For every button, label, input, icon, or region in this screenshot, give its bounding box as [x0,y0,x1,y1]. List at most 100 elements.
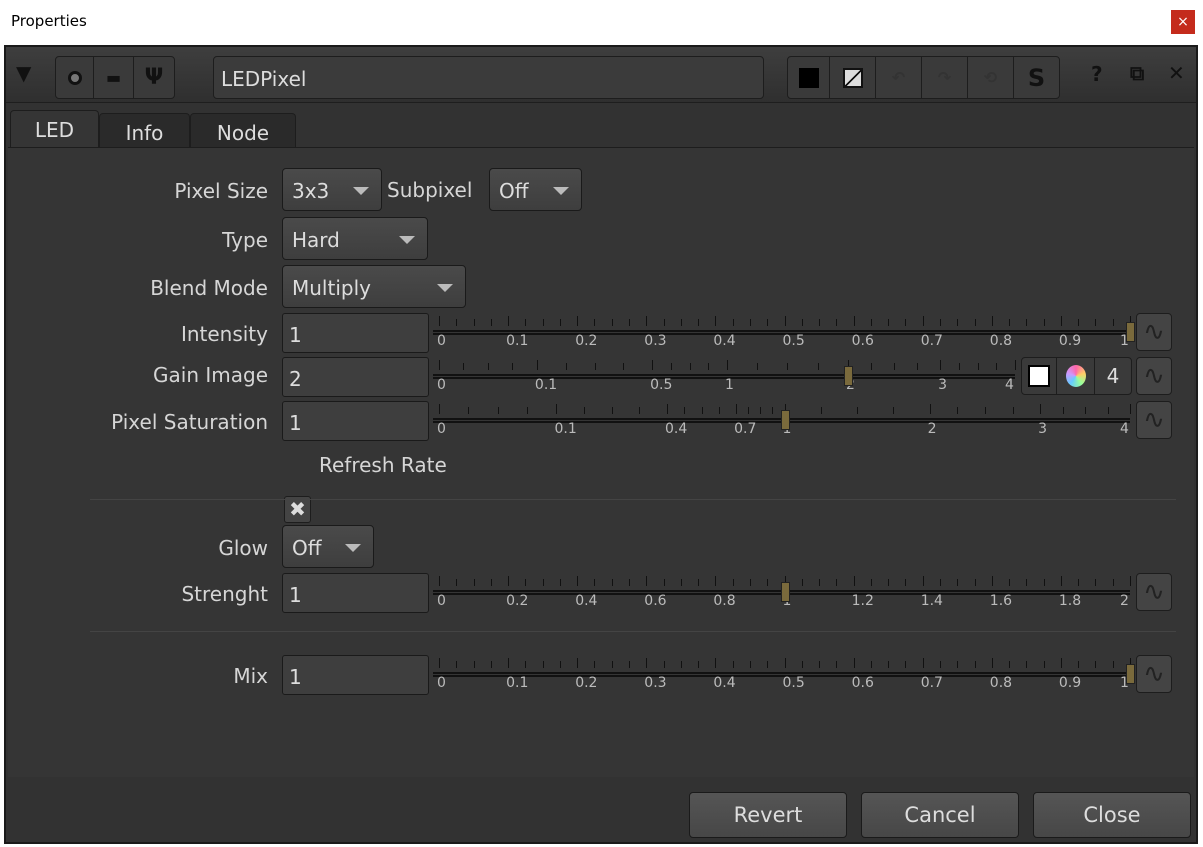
type-dropdown[interactable]: Hard [282,217,428,260]
slider-minor-tick [905,319,907,326]
revert-icon[interactable]: ⟲ [968,57,1014,98]
strength-slider[interactable]: 00.20.40.60.811.21.41.61.82 [433,573,1131,613]
tv-icon[interactable]: ▬ [94,57,134,98]
channel-count[interactable]: 4 [1095,358,1131,394]
subpixel-value: Off [499,179,529,203]
slider-minor-tick [473,661,475,668]
revert-button[interactable]: Revert [689,792,847,838]
chevron-down-icon [553,187,569,195]
slider-minor-tick [984,407,986,414]
slider-minor-tick [584,407,586,414]
slider-tick-label: 0.8 [989,333,1013,349]
slider-minor-tick [594,579,596,586]
tab-info[interactable]: Info [99,113,190,149]
animation-curve-icon[interactable]: ∿ [1136,573,1172,611]
blend-mode-label: Blend Mode [150,276,268,300]
gain-image-slider[interactable]: 00.10.51234 [433,357,1016,397]
divider [90,499,1176,500]
color-swatch-icon[interactable] [1022,358,1057,394]
animation-curve-icon[interactable]: ∿ [1136,655,1172,693]
slider-handle[interactable] [843,366,853,386]
wrench-icon[interactable]: Ψ [134,57,174,98]
slider-tick-label: 0.1 [554,421,577,437]
slider-minor-tick [957,661,959,668]
slider-minor-tick [957,579,959,586]
slider-minor-tick [559,579,561,586]
tab-led[interactable]: LED [10,110,99,149]
chevron-down-icon [437,284,453,292]
slider-handle[interactable] [780,410,790,430]
close-icon[interactable]: ✕ [1168,61,1185,85]
slider-minor-tick [870,661,872,668]
slider-minor-tick [760,407,762,414]
redo-icon[interactable]: ↷ [922,57,968,98]
refresh-rate-checkbox[interactable]: ✖ [284,496,311,523]
slider-minor-tick [1026,319,1028,326]
slider-tick-label: 0 [437,593,446,609]
animation-curve-icon[interactable]: ∿ [1136,357,1172,395]
pixel-size-dropdown[interactable]: 3x3 [282,168,382,211]
strength-input[interactable]: 1 [282,573,429,613]
tab-node[interactable]: Node [190,113,296,149]
slider-minor-tick [542,661,544,668]
slider-minor-tick [663,579,665,586]
pixel-size-value: 3x3 [292,179,330,203]
slider-tick-label: 0.5 [782,333,805,349]
slider-minor-tick [680,661,682,668]
slider-tick [922,658,924,668]
slider-minor-tick [698,661,700,668]
color-swatch-icon[interactable] [788,57,830,98]
slider-handle[interactable] [780,582,790,602]
window-close-button[interactable]: × [1171,10,1195,34]
slider-minor-tick [888,319,890,326]
intensity-input[interactable]: 1 [282,313,429,353]
viewer-icon[interactable] [56,57,94,98]
slider-minor-tick [888,579,890,586]
intensity-slider[interactable]: 0 0.1 0.2 0.3 0.4 0.5 0.6 0.7 0.8 0.9 1 [433,313,1135,353]
animation-curve-icon[interactable]: ∿ [1136,313,1172,351]
help-icon[interactable]: ? [1091,62,1103,86]
slider-minor-tick [639,407,641,414]
tool-button-group: ↶ ↷ ⟲ S [787,56,1060,99]
mix-slider[interactable]: 0 0.1 0.2 0.3 0.4 0.5 0.6 0.7 0.8 0.9 1 [433,655,1135,695]
cancel-button[interactable]: Cancel [861,792,1019,838]
slider-minor-tick [559,319,561,326]
slider-minor-tick [772,407,774,414]
undo-icon[interactable]: ↶ [876,57,922,98]
close-button[interactable]: Close [1033,792,1191,838]
slider-minor-tick [958,363,960,370]
slider-tick [715,576,717,586]
s-button[interactable]: S [1014,57,1059,98]
float-icon[interactable]: ⧉ [1130,61,1144,85]
slider-minor-tick [820,407,822,414]
slider-minor-tick [749,319,751,326]
mix-input[interactable]: 1 [282,655,429,695]
slider-minor-tick [977,363,979,370]
slider-handle[interactable] [1126,322,1135,342]
slider-minor-tick [1009,579,1011,586]
slider-minor-tick [490,661,492,668]
slider-minor-tick [525,319,527,326]
animation-curve-icon[interactable]: ∿ [1136,401,1172,439]
glow-dropdown[interactable]: Off [282,525,374,568]
subpixel-dropdown[interactable]: Off [489,168,582,211]
slider-tick-label: 0.1 [534,377,558,393]
pixel-saturation-slider[interactable]: 00.10.40.71234 [433,401,1131,441]
gain-image-input[interactable]: 2 [282,357,429,397]
blend-mode-dropdown[interactable]: Multiply [282,265,466,308]
slider-handle[interactable] [1126,664,1135,684]
collapse-icon[interactable]: ▼ [16,61,31,85]
slider-tick-label: 0.9 [1058,675,1082,691]
slider-minor-tick [463,363,465,370]
slider-minor-tick [559,661,561,668]
glow-value: Off [292,536,322,560]
slider-tick-label: 0.7 [734,421,757,437]
diagonal-swatch-icon[interactable] [830,57,876,98]
slider-tick [439,360,440,370]
slider-minor-tick [1026,579,1028,586]
pixel-saturation-input[interactable]: 1 [282,401,429,441]
slider-minor-tick [732,579,734,586]
slider-minor-tick [836,319,838,326]
color-wheel-icon[interactable] [1057,358,1095,394]
node-name-input[interactable]: LEDPixel [213,56,764,99]
